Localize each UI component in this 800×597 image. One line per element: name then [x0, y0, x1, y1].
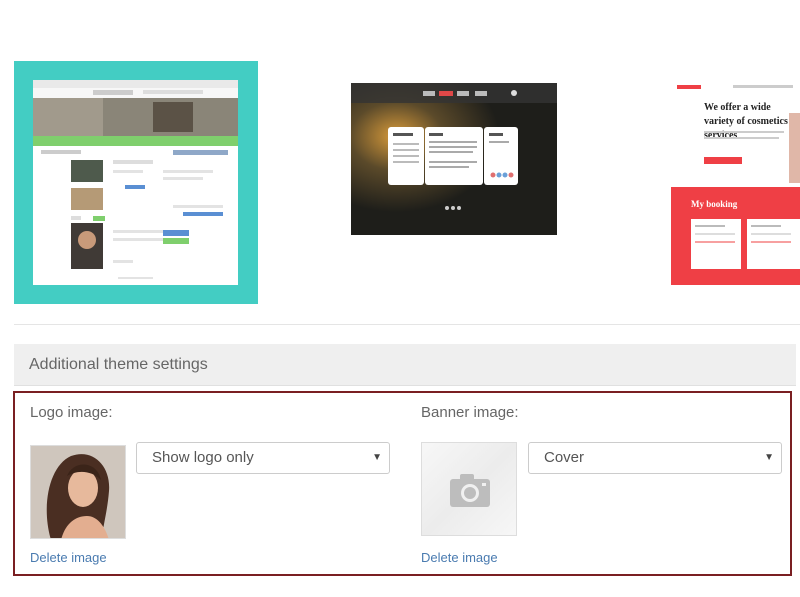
theme-model-image: [789, 113, 800, 183]
theme-cta-button: [704, 157, 742, 164]
portrait-image: [31, 446, 125, 538]
banner-image-placeholder[interactable]: [421, 442, 517, 536]
theme-booking-title: My booking: [691, 199, 738, 209]
theme-booking-section: My booking: [671, 187, 800, 285]
banner-display-select-value: Cover: [544, 449, 585, 466]
theme-thumbnail-classic[interactable]: [14, 61, 258, 304]
delete-logo-image-link[interactable]: Delete image: [30, 550, 107, 565]
logo-image-label: Logo image:: [30, 404, 113, 421]
theme-nav: [733, 85, 793, 88]
chevron-down-icon: ▼: [372, 452, 382, 463]
theme-preview-image: [33, 80, 238, 285]
banner-display-select[interactable]: Cover ▼: [528, 442, 782, 474]
chevron-down-icon: ▼: [764, 452, 774, 463]
logo-display-select[interactable]: Show logo only ▼: [136, 442, 390, 474]
additional-theme-settings-header: Additional theme settings: [14, 344, 796, 386]
theme-preview-image: [351, 83, 557, 235]
logo-display-select-value: Show logo only: [152, 449, 254, 466]
theme-logo: [677, 85, 701, 89]
camera-icon: [422, 443, 516, 535]
theme-thumbnail-dark[interactable]: [351, 83, 557, 235]
banner-image-label: Banner image:: [421, 404, 519, 421]
divider: [14, 324, 800, 325]
theme-settings-panel: Logo image: Show logo only ▼ Delete imag…: [13, 391, 792, 576]
logo-image-thumbnail[interactable]: [30, 445, 126, 539]
theme-text-line: [704, 137, 779, 139]
delete-banner-image-link[interactable]: Delete image: [421, 550, 498, 565]
theme-thumbnail-cosmetics[interactable]: We offer a wide variety of cosmetics ser…: [671, 83, 800, 285]
theme-text-line: [704, 131, 784, 133]
